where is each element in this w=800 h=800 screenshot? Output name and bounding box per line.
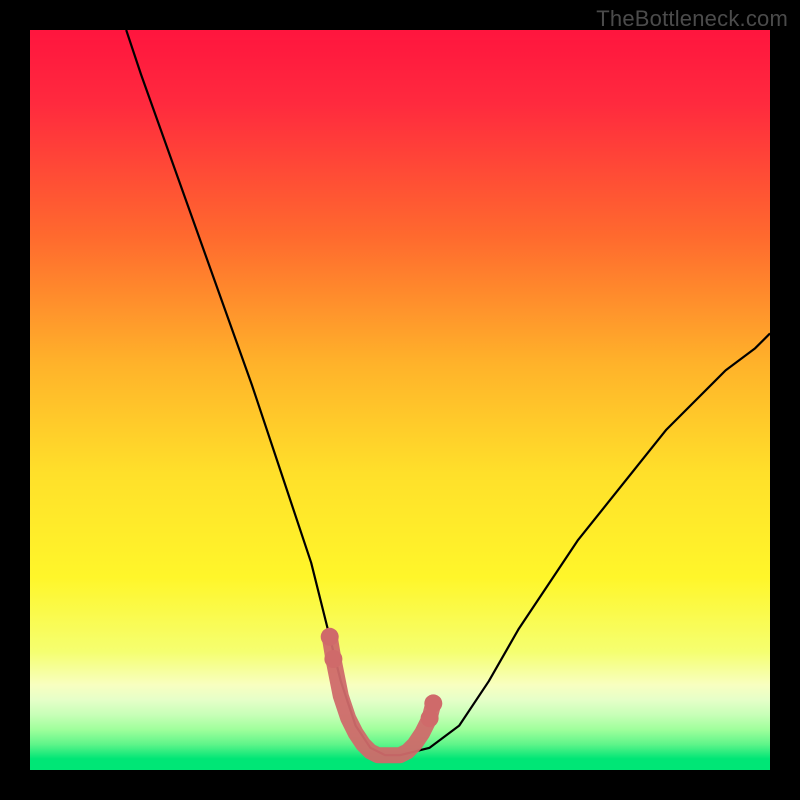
highlight-end-dot bbox=[424, 694, 442, 712]
chart-svg bbox=[30, 30, 770, 770]
attribution-label: TheBottleneck.com bbox=[596, 6, 788, 32]
highlight-end-dot bbox=[324, 650, 342, 668]
highlight-end-dot bbox=[321, 628, 339, 646]
chart-stage: TheBottleneck.com bbox=[0, 0, 800, 800]
gradient-background bbox=[30, 30, 770, 770]
plot-area bbox=[30, 30, 770, 770]
